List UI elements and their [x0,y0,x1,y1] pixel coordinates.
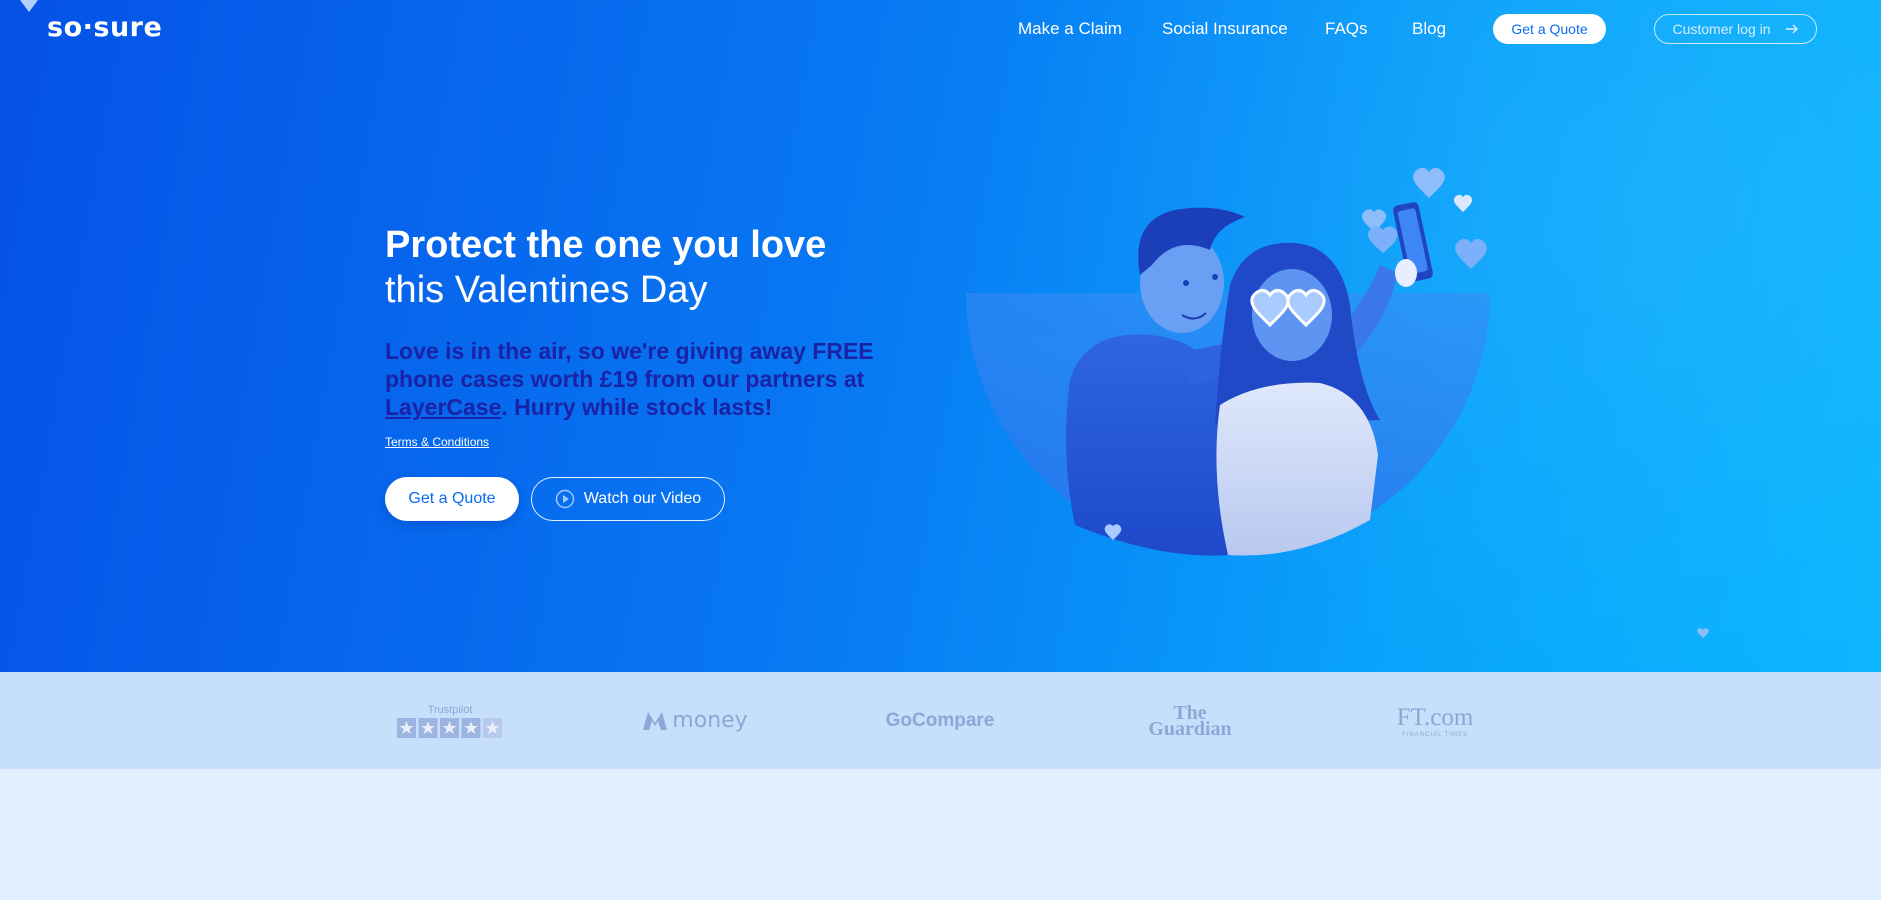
customer-login-label: Customer log in [1672,21,1771,37]
ft-tagline: FINANCIAL TIMES [1401,731,1468,738]
valentines-couple-illustration [966,167,1490,556]
hero-get-a-quote-label: Get a Quote [408,490,496,507]
corner-triangle [20,0,38,12]
money-logo: money [630,672,760,769]
ft-logo-text: FT.com [1396,703,1474,731]
promo-text-before: Love is in the air, so we're giving away… [385,338,874,392]
hero-subtitle: this Valentines Day [385,269,708,311]
nav-get-a-quote-button[interactable]: Get a Quote [1493,14,1606,44]
hero-section: so·sure Make a Claim Social Insurance FA… [0,0,1881,672]
trustpilot-stars [397,717,502,738]
press-logos-strip: Trustpilot money GoCompare The Guardian [0,672,1881,769]
m-logo-icon [643,711,668,730]
ft-logo: FT.com FINANCIAL TIMES [1380,672,1490,769]
nav-social-insurance[interactable]: Social Insurance [1162,19,1288,39]
promo-text: Love is in the air, so we're giving away… [385,337,885,421]
hero-title: Protect the one you love [385,224,827,266]
hero-get-a-quote-button[interactable]: Get a Quote [385,477,519,521]
watch-video-label: Watch our Video [583,490,702,507]
promo-text-after: . Hurry while stock lasts! [501,394,773,420]
play-circle-icon [555,489,575,509]
watch-video-button[interactable]: Watch our Video [531,477,725,521]
layercase-link[interactable]: LayerCase [385,394,501,420]
brand-logo[interactable]: so·sure [47,12,162,43]
nav-faqs[interactable]: FAQs [1325,19,1368,39]
money-logo-text: money [672,708,748,733]
guardian-line2: Guardian [1148,717,1232,740]
guardian-logo: The Guardian [1130,672,1250,769]
nav-blog[interactable]: Blog [1412,19,1446,39]
gocompare-logo: GoCompare [885,709,995,731]
terms-conditions-link[interactable]: Terms & Conditions [385,435,489,449]
trustpilot-label: Trustpilot [427,703,473,716]
nav-make-a-claim[interactable]: Make a Claim [1018,19,1122,39]
trustpilot-logo: Trustpilot [390,672,510,769]
nav-get-a-quote-label: Get a Quote [1511,21,1588,37]
arrow-right-icon [1785,24,1798,34]
customer-login-button[interactable]: Customer log in [1654,14,1817,44]
heart-icon [1697,628,1709,638]
